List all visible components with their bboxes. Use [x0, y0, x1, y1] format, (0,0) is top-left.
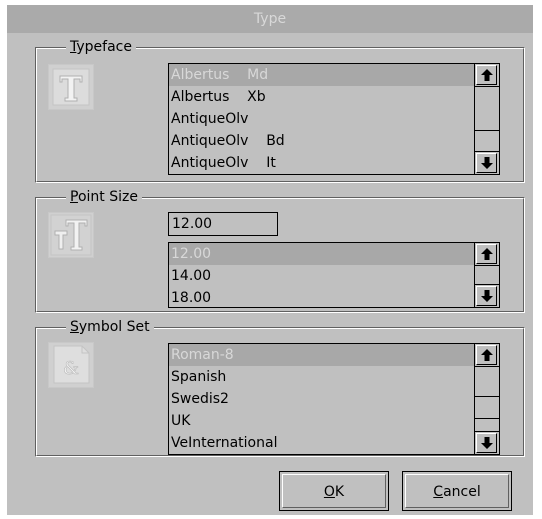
arrow-down-icon[interactable]: [476, 433, 497, 453]
point-size-list-items: 12.00 14.00 18.00: [169, 243, 474, 307]
symbol-set-scrollbar[interactable]: [474, 344, 499, 454]
cancel-button[interactable]: Cancel: [402, 471, 512, 511]
arrow-up-icon[interactable]: [476, 244, 497, 264]
list-item[interactable]: 18.00: [169, 287, 474, 309]
point-size-field[interactable]: 12.00: [168, 212, 278, 236]
arrow-down-icon[interactable]: [476, 153, 497, 173]
symbol-set-label: Symbol Set: [66, 318, 154, 336]
typeface-listbox[interactable]: Albertus Md Albertus Xb AntiqueOlv AntiqueO…: [168, 63, 500, 175]
point-size-label: Point Size: [66, 188, 142, 206]
arrow-up-icon[interactable]: [476, 345, 497, 365]
typeface-list-items: Albertus Md Albertus Xb AntiqueOlv AntiqueO…: [169, 64, 474, 174]
list-item[interactable]: UK: [169, 410, 474, 432]
list-item[interactable]: Swedis2: [169, 388, 474, 410]
typeface-group: Typeface Albertus Md Albertus Xb AntiqueOl…: [35, 38, 525, 183]
symbol-set-list-items: Roman-8 Spanish Swedis2 UK VeInternational: [169, 344, 474, 454]
list-item[interactable]: AntiqueOlv It: [169, 152, 474, 174]
list-item[interactable]: AntiqueOlv Bd: [169, 130, 474, 152]
point-size-tT-icon: [48, 212, 94, 258]
symbol-set-group: Symbol Set & Roman-8 Spanish Swedis2 UK VeIn…: [35, 318, 525, 457]
list-item[interactable]: AntiqueOlv: [169, 108, 474, 130]
dialog-title: Type: [7, 5, 533, 33]
ok-button[interactable]: OK: [279, 471, 389, 511]
typeface-scrollbar[interactable]: [474, 64, 499, 174]
list-item[interactable]: Spanish: [169, 366, 474, 388]
arrow-up-icon[interactable]: [476, 65, 497, 85]
ampersand-icon: &: [48, 342, 94, 388]
list-item[interactable]: Roman-8: [169, 344, 474, 366]
list-item[interactable]: Albertus Xb: [169, 86, 474, 108]
symbol-set-listbox[interactable]: Roman-8 Spanish Swedis2 UK VeInternational: [168, 343, 500, 455]
typeface-label: Typeface: [66, 38, 136, 56]
svg-text:&: &: [63, 358, 79, 379]
list-item[interactable]: Albertus Md: [169, 64, 474, 86]
list-item[interactable]: 12.00: [169, 243, 474, 265]
type-dialog: Type Typeface Albertus Md Albertus Xb Anti…: [7, 5, 533, 515]
point-size-group: Point Size 12.00 12.00 14.00 18.00: [35, 188, 525, 313]
arrow-down-icon[interactable]: [476, 286, 497, 306]
list-item[interactable]: 14.00: [169, 265, 474, 287]
typeface-T-icon: [48, 64, 94, 110]
point-size-scrollbar[interactable]: [474, 243, 499, 307]
list-item[interactable]: VeInternational: [169, 432, 474, 454]
point-size-listbox[interactable]: 12.00 14.00 18.00: [168, 242, 500, 308]
